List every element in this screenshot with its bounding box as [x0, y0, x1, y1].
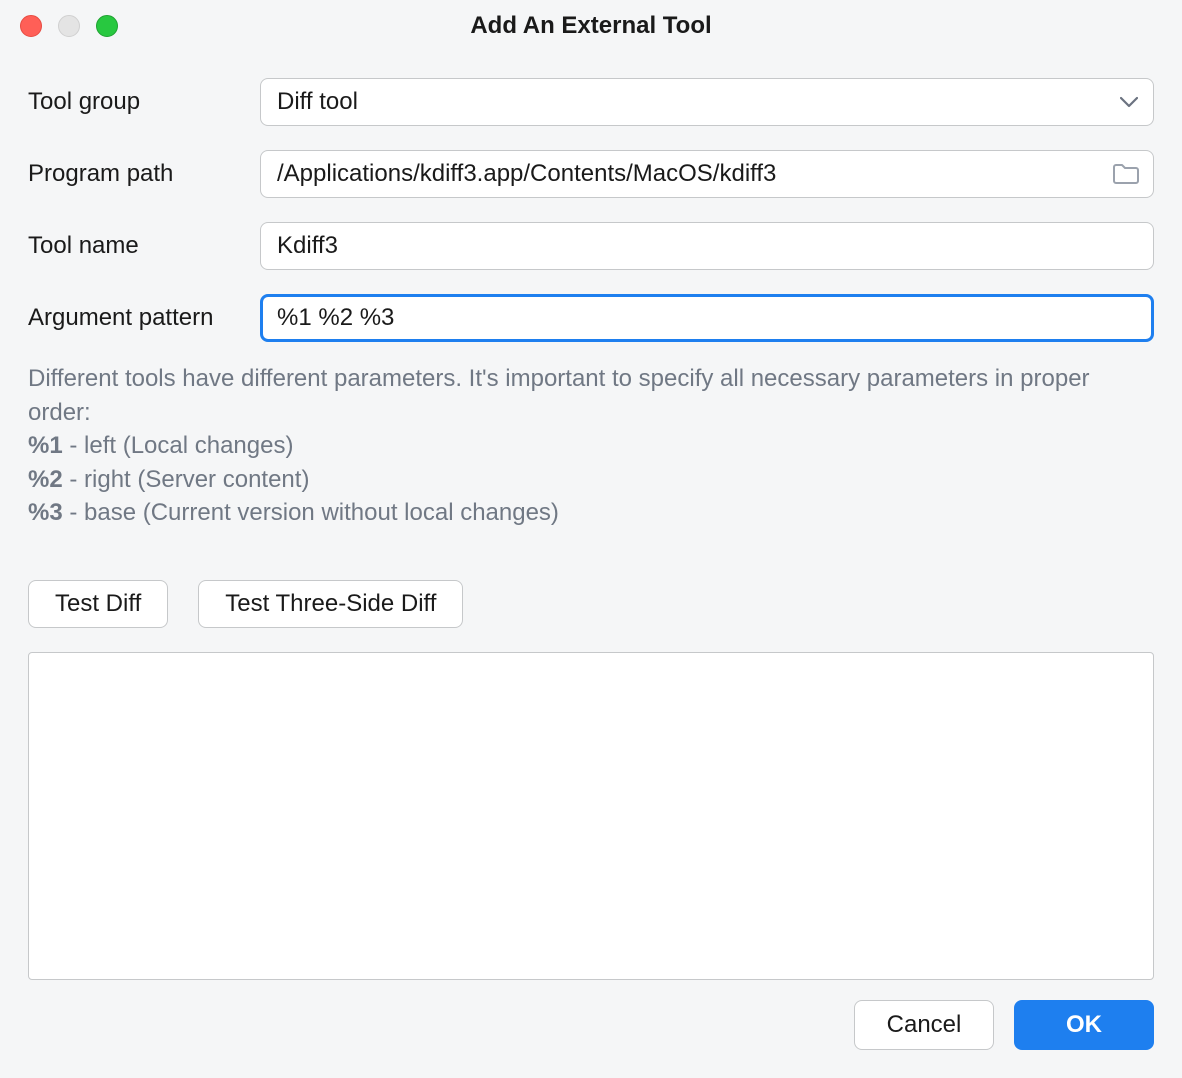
argument-pattern-label: Argument pattern [28, 304, 260, 332]
program-path-label: Program path [28, 160, 260, 188]
maximize-window-button[interactable] [96, 15, 118, 37]
test-diff-button[interactable]: Test Diff [28, 580, 168, 628]
help-intro: Different tools have different parameter… [28, 365, 1090, 426]
argument-pattern-input[interactable] [260, 294, 1154, 342]
argument-pattern-wrapper [260, 294, 1154, 342]
help-p3-bold: %3 [28, 499, 63, 526]
minimize-window-button[interactable] [58, 15, 80, 37]
dialog-window: Add An External Tool Tool group Diff too… [0, 0, 1182, 1078]
tool-group-select[interactable]: Diff tool [260, 78, 1154, 126]
tool-group-select-wrapper: Diff tool [260, 78, 1154, 126]
dialog-footer: Cancel OK [0, 1000, 1182, 1078]
program-path-wrapper [260, 150, 1154, 198]
argument-pattern-row: Argument pattern [28, 294, 1154, 342]
test-three-side-diff-button[interactable]: Test Three-Side Diff [198, 580, 463, 628]
help-p3-rest: - base (Current version without local ch… [63, 499, 559, 526]
tool-name-label: Tool name [28, 232, 260, 260]
help-p1-rest: - left (Local changes) [63, 432, 294, 459]
close-window-button[interactable] [20, 15, 42, 37]
window-controls [20, 15, 118, 37]
tool-group-label: Tool group [28, 88, 260, 116]
cancel-button[interactable]: Cancel [854, 1000, 994, 1050]
tool-group-row: Tool group Diff tool [28, 78, 1154, 126]
help-p2-bold: %2 [28, 466, 63, 493]
tool-group-value: Diff tool [277, 88, 358, 116]
program-path-input[interactable] [260, 150, 1154, 198]
dialog-content: Tool group Diff tool Program path Tool n… [0, 52, 1182, 1000]
output-area[interactable] [28, 652, 1154, 980]
window-title: Add An External Tool [0, 12, 1182, 40]
program-path-row: Program path [28, 150, 1154, 198]
titlebar: Add An External Tool [0, 0, 1182, 52]
help-p1-bold: %1 [28, 432, 63, 459]
browse-folder-icon[interactable] [1112, 162, 1140, 186]
help-text: Different tools have different parameter… [28, 362, 1154, 530]
tool-name-input[interactable] [260, 222, 1154, 270]
help-p2-rest: - right (Server content) [63, 466, 310, 493]
test-button-row: Test Diff Test Three-Side Diff [28, 580, 1154, 628]
tool-name-row: Tool name [28, 222, 1154, 270]
tool-name-wrapper [260, 222, 1154, 270]
ok-button[interactable]: OK [1014, 1000, 1154, 1050]
